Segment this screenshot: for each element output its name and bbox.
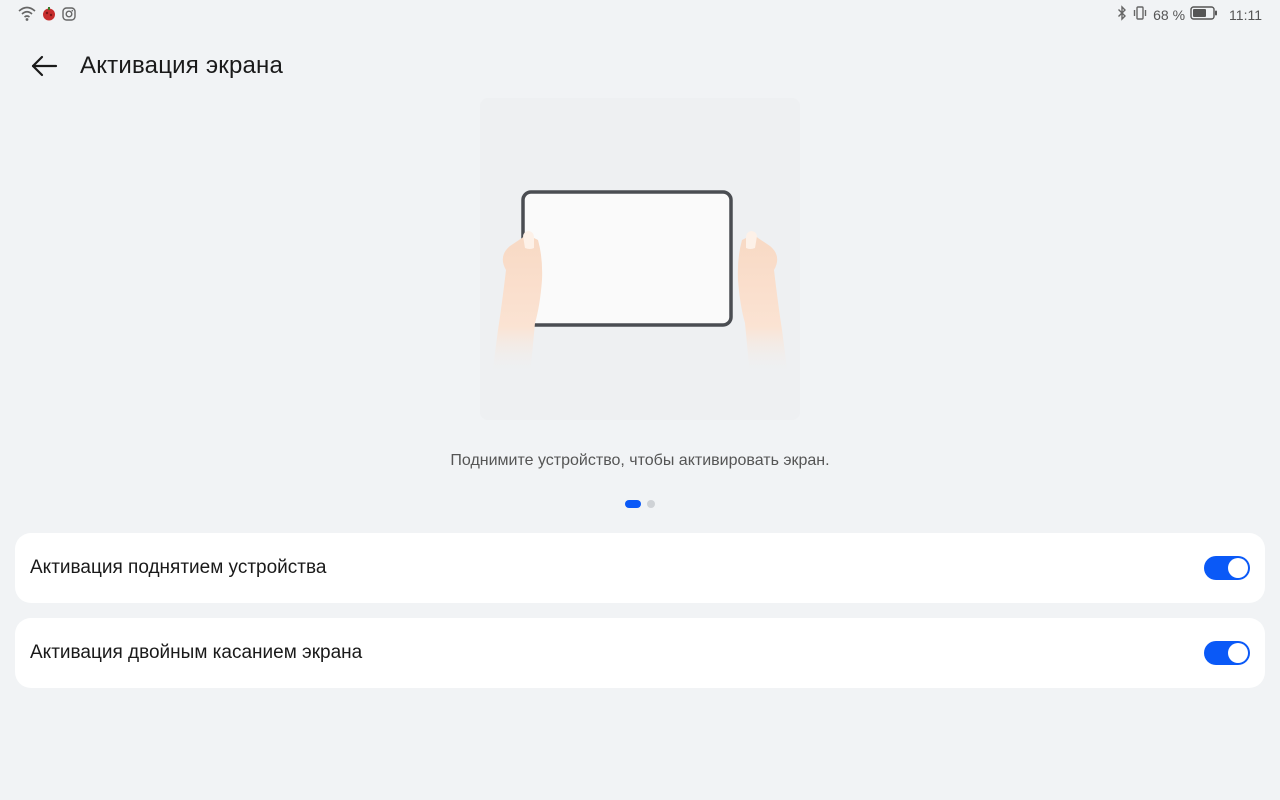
setting-label: Активация двойным касанием экрана: [30, 642, 363, 663]
raise-to-wake-toggle[interactable]: [1204, 556, 1250, 580]
page-title: Активация экрана: [80, 52, 284, 79]
pager-dot[interactable]: [647, 500, 655, 508]
status-bar: 68 % 11:11: [0, 0, 1280, 30]
status-left-icons: [18, 6, 76, 27]
wifi-icon: [18, 6, 36, 27]
vibrate-icon: [1132, 5, 1148, 24]
battery-percent: 68 %: [1153, 6, 1186, 23]
double-tap-to-wake-toggle[interactable]: [1204, 641, 1250, 665]
app-notification-icon: [42, 7, 56, 26]
illustration-caption: Поднимите устройство, чтобы активировать…: [450, 452, 830, 469]
setting-label: Активация поднятием устройства: [30, 557, 327, 578]
toggle-knob: [1228, 643, 1248, 663]
bluetooth-icon: [1117, 5, 1127, 24]
battery-icon: [1190, 6, 1218, 23]
clock: 11:11: [1229, 6, 1262, 23]
toggle-knob: [1228, 558, 1248, 578]
pager-dot-active[interactable]: [625, 500, 641, 508]
arrow-left-icon: [30, 54, 58, 83]
back-button[interactable]: [26, 50, 62, 86]
header: Активация экрана: [0, 46, 1280, 88]
setting-double-tap-to-wake[interactable]: Активация двойным касанием экрана: [15, 618, 1265, 688]
raise-to-wake-illustration: [480, 98, 800, 420]
setting-raise-to-wake[interactable]: Активация поднятием устройства: [15, 533, 1265, 603]
pager-indicator: [0, 500, 1280, 508]
instagram-icon: [62, 7, 76, 26]
status-right-icons: 68 % 11:11: [1117, 5, 1262, 24]
